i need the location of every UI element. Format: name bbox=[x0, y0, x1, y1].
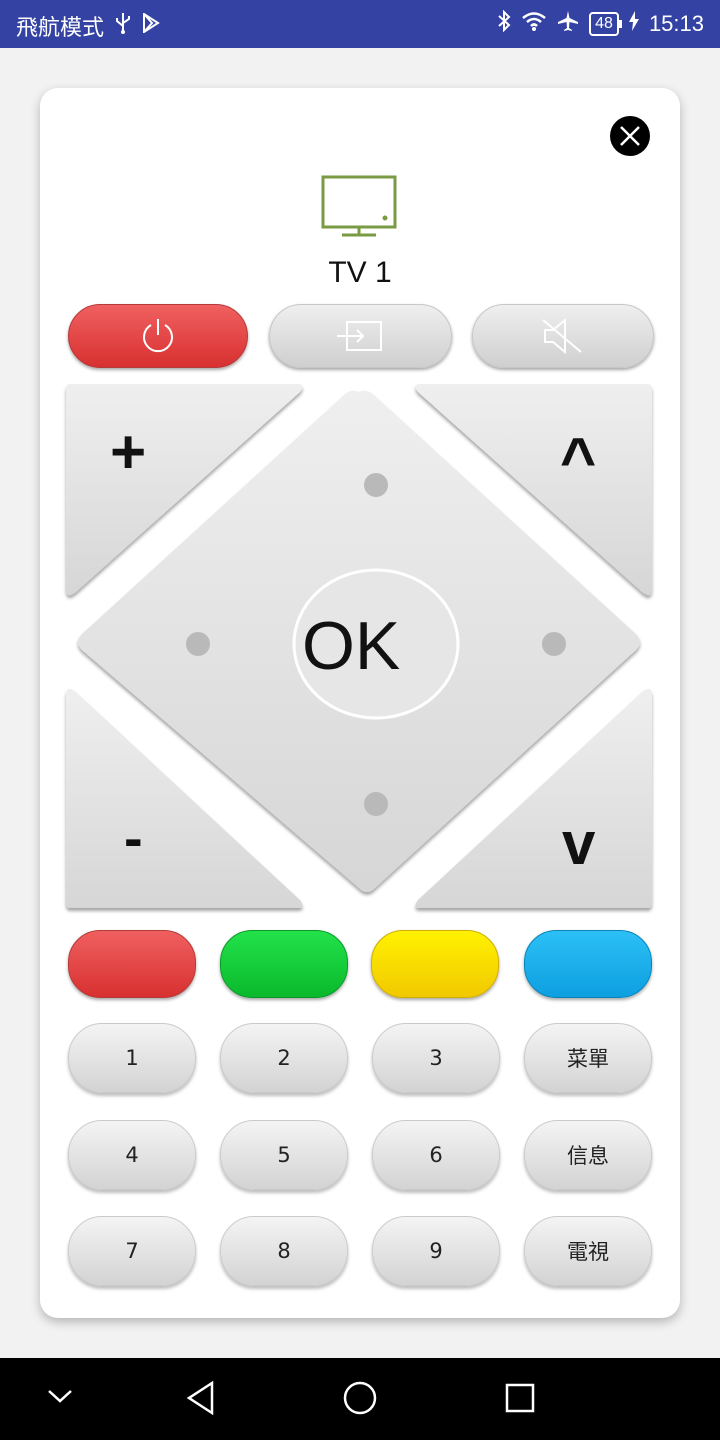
close-icon bbox=[620, 126, 640, 146]
color-key-red[interactable] bbox=[68, 930, 196, 998]
info-button[interactable]: 信息 bbox=[524, 1120, 652, 1190]
dpad-right-indicator[interactable] bbox=[542, 632, 566, 656]
airplane-mode-label: 飛航模式 bbox=[16, 16, 105, 41]
clock: 15:13 bbox=[648, 11, 704, 36]
device-name: TV 1 bbox=[328, 256, 392, 289]
key-8[interactable]: 8 bbox=[220, 1216, 348, 1286]
input-source-button[interactable] bbox=[269, 304, 452, 368]
airplane-icon bbox=[557, 10, 579, 38]
channel-down-label: v bbox=[562, 810, 596, 877]
menu-button[interactable]: 菜單 bbox=[524, 1023, 652, 1093]
hide-keyboard-icon[interactable] bbox=[46, 1386, 74, 1406]
navigation-bar bbox=[0, 1358, 720, 1440]
key-3[interactable]: 3 bbox=[372, 1023, 500, 1093]
color-key-green[interactable] bbox=[220, 930, 348, 998]
key-7[interactable]: 7 bbox=[68, 1216, 196, 1286]
color-key-yellow[interactable] bbox=[371, 930, 499, 998]
status-bar: 飛航模式 48 15:13 bbox=[0, 0, 720, 48]
volume-up-label: + bbox=[110, 418, 147, 487]
dpad-left-indicator[interactable] bbox=[186, 632, 210, 656]
bluetooth-icon bbox=[497, 9, 511, 38]
tv-icon bbox=[320, 174, 400, 245]
mute-icon bbox=[542, 317, 582, 355]
dpad-up-indicator[interactable] bbox=[364, 473, 388, 497]
volume-down-label: - bbox=[124, 806, 143, 869]
remote-control-panel: TV 1 OK + - ^ v 1 2 3 菜單 4 5 6 信息 7 8 9 … bbox=[40, 88, 680, 1318]
ok-label: OK bbox=[302, 608, 401, 684]
play-store-icon bbox=[142, 12, 160, 39]
color-key-blue[interactable] bbox=[524, 930, 652, 998]
power-icon bbox=[143, 319, 173, 353]
charging-icon bbox=[628, 11, 639, 37]
key-9[interactable]: 9 bbox=[372, 1216, 500, 1286]
battery-indicator: 48 bbox=[589, 12, 622, 36]
tv-button[interactable]: 電視 bbox=[524, 1216, 652, 1286]
channel-up-label: ^ bbox=[560, 426, 597, 495]
wifi-icon bbox=[521, 11, 547, 37]
recent-apps-icon[interactable] bbox=[504, 1382, 536, 1414]
mute-button[interactable] bbox=[472, 304, 654, 368]
close-button[interactable] bbox=[610, 116, 650, 156]
key-5[interactable]: 5 bbox=[220, 1120, 348, 1190]
power-button[interactable] bbox=[68, 304, 248, 368]
back-icon[interactable] bbox=[184, 1380, 218, 1416]
key-1[interactable]: 1 bbox=[68, 1023, 196, 1093]
key-6[interactable]: 6 bbox=[372, 1120, 500, 1190]
key-4[interactable]: 4 bbox=[68, 1120, 196, 1190]
key-2[interactable]: 2 bbox=[220, 1023, 348, 1093]
home-icon[interactable] bbox=[342, 1380, 378, 1416]
usb-icon bbox=[114, 12, 132, 40]
input-source-icon bbox=[336, 321, 382, 351]
dpad-down-indicator[interactable] bbox=[364, 792, 388, 816]
